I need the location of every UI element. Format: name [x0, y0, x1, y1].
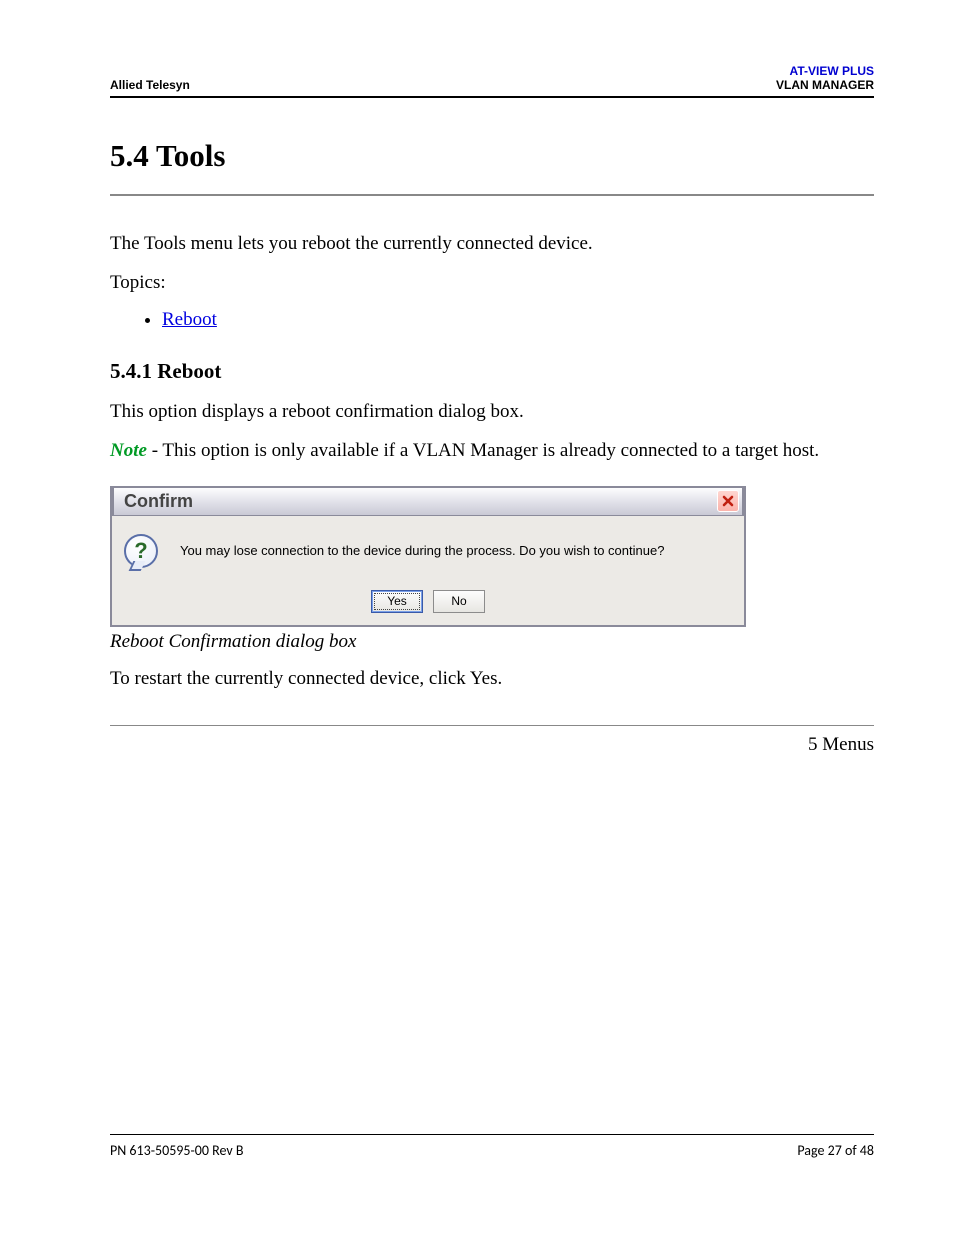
yes-button[interactable]: Yes [371, 590, 423, 613]
header-product: AT-VIEW PLUS [776, 64, 874, 78]
footer-rule [110, 1134, 874, 1135]
dialog-message: You may lose connection to the device du… [180, 543, 664, 558]
section-title: 5.4 Tools [110, 138, 874, 174]
subsection-title: 5.4.1 Reboot [110, 359, 874, 384]
topics-label: Topics: [110, 271, 874, 296]
dialog-button-row: Yes No [124, 590, 732, 613]
header-section: VLAN MANAGER [776, 78, 874, 92]
dialog-title: Confirm [124, 491, 193, 512]
next-section-ref: 5 Menus [110, 734, 874, 756]
note-text: - This option is only available if a VLA… [147, 440, 819, 461]
page-footer: PN 613-50595-00 Rev B Page 27 of 48 [110, 1127, 874, 1159]
footer-page-number: Page 27 of 48 [797, 1142, 874, 1159]
title-rule [110, 194, 874, 196]
dialog-caption: Reboot Confirmation dialog box [110, 631, 874, 653]
footer-row: PN 613-50595-00 Rev B Page 27 of 48 [110, 1142, 874, 1159]
close-button[interactable] [717, 490, 739, 512]
list-item: Reboot [162, 309, 874, 331]
dialog-body: ? You may lose connection to the device … [112, 516, 744, 625]
dialog-message-row: ? You may lose connection to the device … [124, 534, 732, 568]
header-right: AT-VIEW PLUS VLAN MANAGER [776, 64, 874, 92]
question-icon: ? [124, 534, 158, 568]
subsection-intro: This option displays a reboot confirmati… [110, 400, 874, 425]
dialog-screenshot: Confirm ? You may lose connection to the… [110, 486, 874, 627]
no-button[interactable]: No [433, 590, 485, 613]
section-end-rule [110, 725, 874, 726]
reboot-link[interactable]: Reboot [162, 309, 217, 330]
header-rule [110, 96, 874, 98]
note-label: Note [110, 440, 147, 461]
header-company: Allied Telesyn [110, 78, 190, 92]
confirm-dialog: Confirm ? You may lose connection to the… [110, 486, 746, 627]
intro-paragraph: The Tools menu lets you reboot the curre… [110, 232, 874, 257]
dialog-titlebar: Confirm [112, 486, 744, 516]
post-dialog-paragraph: To restart the currently connected devic… [110, 667, 874, 692]
close-icon [721, 494, 735, 508]
page-header: Allied Telesyn AT-VIEW PLUS VLAN MANAGER [110, 64, 874, 92]
topics-list: Reboot [144, 309, 874, 331]
note-paragraph: Note - This option is only available if … [110, 439, 874, 464]
footer-part-number: PN 613-50595-00 Rev B [110, 1142, 244, 1159]
document-page: Allied Telesyn AT-VIEW PLUS VLAN MANAGER… [0, 0, 954, 1235]
